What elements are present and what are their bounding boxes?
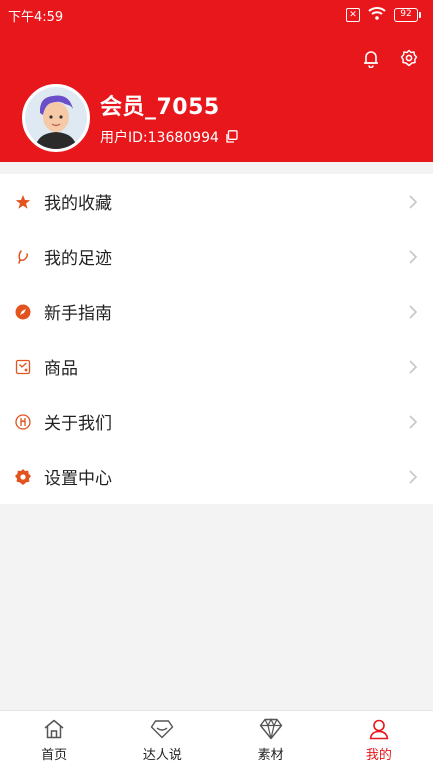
menu-item-settings[interactable]: 设置中心: [0, 449, 433, 504]
menu-item-products[interactable]: 商品: [0, 339, 433, 394]
menu-item-label: 我的足迹: [44, 249, 112, 269]
sim-off-icon: ✕: [346, 8, 360, 22]
settings-icon: [14, 468, 32, 486]
chevron-right-icon: [407, 359, 419, 375]
home-icon: [42, 717, 66, 741]
profile-header: 下午4:59 ✕ 92 会员_7055 用户ID:13680994: [0, 0, 433, 162]
wifi-icon: [368, 6, 386, 24]
gear-icon[interactable]: [399, 48, 419, 68]
menu-item-label: 关于我们: [44, 414, 112, 434]
menu-item-about[interactable]: 关于我们: [0, 394, 433, 449]
menu-list: 我的收藏 我的足迹 新手指南 商品 关于我们 设置中心: [0, 174, 433, 504]
battery-indicator: 92: [394, 8, 421, 22]
user-id: 用户ID:13680994: [100, 130, 219, 146]
chevron-right-icon: [407, 304, 419, 320]
menu-item-label: 设置中心: [44, 469, 112, 489]
star-icon: [14, 193, 32, 211]
bottom-tab-bar: 首页 达人说 素材 我的: [0, 710, 433, 769]
tab-label: 达人说: [142, 748, 182, 763]
compass-icon: [14, 303, 32, 321]
diamond-outline-icon: [150, 717, 174, 741]
user-profile[interactable]: 会员_7055 用户ID:13680994: [22, 84, 239, 152]
menu-item-label: 新手指南: [44, 304, 112, 324]
chevron-right-icon: [407, 249, 419, 265]
tab-talent[interactable]: 达人说: [108, 711, 216, 769]
avatar[interactable]: [22, 84, 90, 152]
chevron-right-icon: [407, 469, 419, 485]
product-icon: [14, 358, 32, 376]
tab-materials[interactable]: 素材: [217, 711, 325, 769]
bell-icon[interactable]: [361, 48, 381, 68]
menu-item-label: 商品: [44, 359, 78, 379]
copy-icon[interactable]: [225, 130, 239, 144]
gem-icon: [259, 717, 283, 741]
menu-item-favorites[interactable]: 我的收藏: [0, 174, 433, 229]
menu-item-label: 我的收藏: [44, 194, 112, 214]
menu-item-footprints[interactable]: 我的足迹: [0, 229, 433, 284]
about-icon: [14, 413, 32, 431]
chevron-right-icon: [407, 194, 419, 210]
tab-home[interactable]: 首页: [0, 711, 108, 769]
menu-item-guide[interactable]: 新手指南: [0, 284, 433, 339]
user-icon: [367, 717, 391, 741]
status-bar: 下午4:59 ✕ 92: [0, 0, 433, 30]
username: 会员_7055: [100, 95, 220, 120]
tab-label: 我的: [365, 748, 392, 763]
tab-label: 素材: [257, 748, 284, 763]
footprint-icon: [14, 248, 32, 266]
tab-mine[interactable]: 我的: [325, 711, 433, 769]
battery-level: 92: [394, 8, 418, 22]
tab-label: 首页: [41, 748, 68, 763]
status-time: 下午4:59: [8, 9, 64, 25]
chevron-right-icon: [407, 414, 419, 430]
